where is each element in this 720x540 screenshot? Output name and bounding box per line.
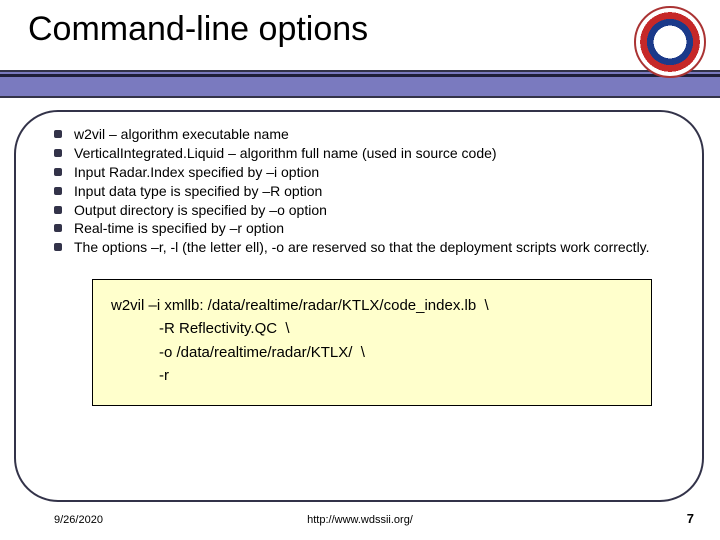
list-item: Real-time is specified by –r option: [52, 219, 668, 238]
code-line: -r: [111, 364, 633, 387]
nssl-logo-icon: [634, 6, 706, 78]
code-example-box: w2vil –i xmllb: /data/realtime/radar/KTL…: [92, 279, 652, 406]
slide-title: Command-line options: [28, 10, 620, 49]
code-line: w2vil –i xmllb: /data/realtime/radar/KTL…: [111, 294, 633, 317]
content: w2vil – algorithm executable name Vertic…: [52, 125, 668, 406]
footer-page-number: 7: [687, 511, 694, 526]
list-item: w2vil – algorithm executable name: [52, 125, 668, 144]
list-item: Input Radar.Index specified by –i option: [52, 163, 668, 182]
list-item: Output directory is specified by –o opti…: [52, 201, 668, 220]
code-line: -o /data/realtime/radar/KTLX/ \: [111, 341, 633, 364]
footer-url: http://www.wdssii.org/: [0, 514, 720, 526]
slide: Command-line options w2vil – algorithm e…: [0, 0, 720, 540]
accent-bar: [0, 70, 720, 98]
code-line: -R Reflectivity.QC \: [111, 317, 633, 340]
list-item: The options –r, -l (the letter ell), -o …: [52, 238, 668, 257]
list-item: VerticalIntegrated.Liquid – algorithm fu…: [52, 144, 668, 163]
list-item: Input data type is specified by –R optio…: [52, 182, 668, 201]
bullet-list: w2vil – algorithm executable name Vertic…: [52, 125, 668, 257]
title-area: Command-line options: [28, 10, 620, 49]
